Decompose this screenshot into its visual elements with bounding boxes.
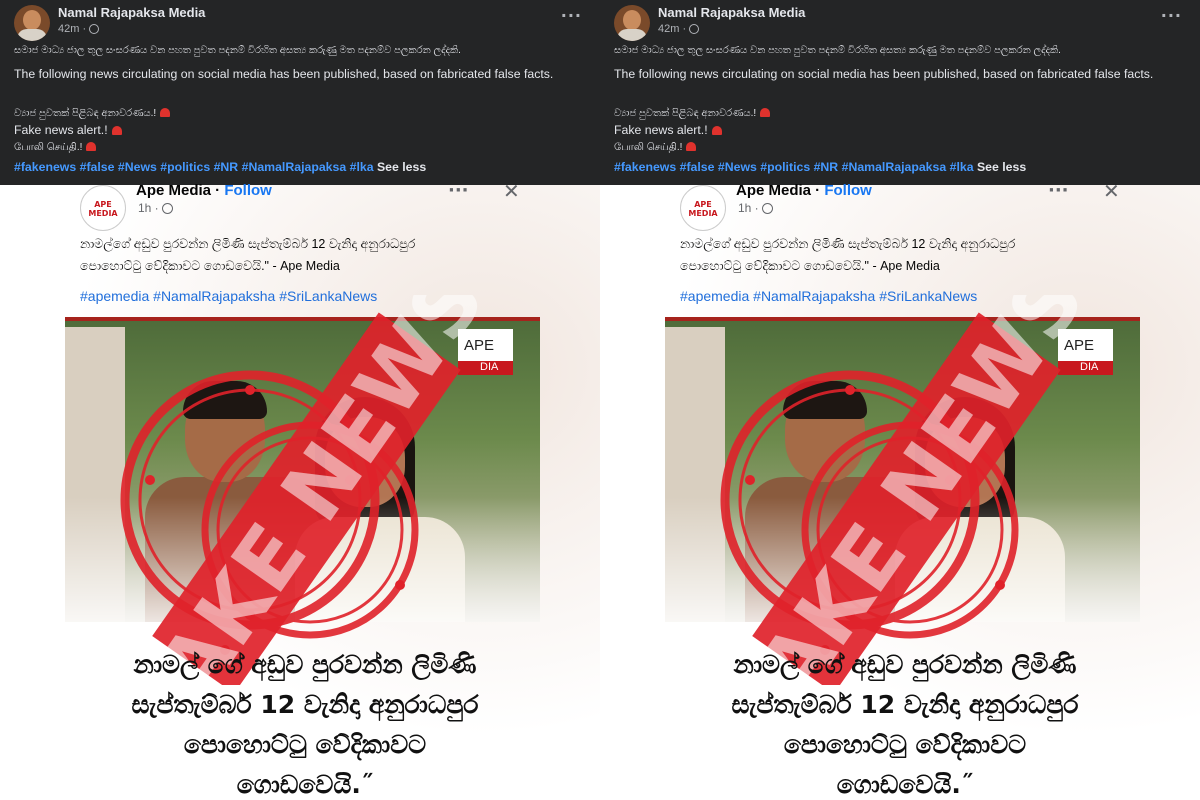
alert-english: Fake news alert.! (14, 123, 108, 137)
fake-news-stamp: FAKE NEWS (710, 295, 1103, 685)
post-text-english: The following news circulating on social… (14, 67, 554, 81)
globe-icon (689, 24, 700, 35)
more-options-icon[interactable]: ··· (1161, 6, 1182, 25)
svg-text:FAKE NEWS: FAKE NEWS (110, 295, 503, 685)
globe-icon (761, 203, 773, 215)
alert-tamil: போலி செய்தி.! (14, 142, 83, 153)
hashtag-line: #fakenews #false #News #politics #NR #Na… (614, 159, 1026, 176)
siren-icon (711, 126, 722, 136)
ape-media-logo[interactable]: APE MEDIA (80, 185, 126, 231)
alert-line-sinhala: ව්‍යාජ පුවතක් පිළිබඳ අනාවරණය.! (614, 104, 771, 122)
see-less-link[interactable]: See less (977, 160, 1026, 174)
shared-caption: නාමල්ගේ අඩුව පුරවන්න ලිමිණි සැප්තැම්බර් … (680, 237, 1016, 273)
shared-post: APE MEDIA Ape Media · Follow 1h · ··· ✕ … (0, 179, 600, 800)
page-avatar[interactable] (14, 5, 50, 41)
fake-news-stamp: FAKE NEWS (110, 295, 503, 685)
post-text-english: The following news circulating on social… (614, 67, 1154, 81)
svg-text:FAKE NEWS: FAKE NEWS (710, 295, 1103, 685)
facebook-post: Namal Rajapaksa Media 42m · ··· සමාජ මාධ… (0, 0, 600, 185)
headline-text: නාමල් ගේ අඩුව පුරවන්න ලිමිණි සැප්තැම්බර්… (731, 650, 1079, 799)
alert-english: Fake news alert.! (614, 123, 708, 137)
ape-media-name: Ape Media · Follow (736, 182, 872, 199)
follow-button[interactable]: Follow (224, 182, 272, 199)
more-options-icon[interactable]: ··· (448, 180, 469, 201)
more-options-icon[interactable]: ··· (1048, 180, 1069, 201)
hashtag-line: #fakenews #false #News #politics #NR #Na… (14, 159, 426, 176)
close-icon[interactable]: ✕ (1103, 179, 1120, 203)
close-icon[interactable]: ✕ (503, 179, 520, 203)
shared-caption: නාමල්ගේ අඩුව පුරවන්න ලිමිණි සැප්තැම්බර් … (80, 237, 416, 273)
alert-sinhala: ව්‍යාජ පුවතක් පිළිබඳ අනාවරණය.! (614, 108, 757, 119)
headline-text: නාමල් ගේ අඩුව පුරවන්න ලිමිණි සැප්තැම්බර්… (131, 650, 479, 799)
globe-icon (89, 24, 100, 35)
siren-icon (86, 142, 97, 152)
alert-tamil: போலி செய்தி.! (614, 142, 683, 153)
page-name[interactable]: Namal Rajapaksa Media (658, 5, 805, 20)
post-text-sinhala: සමාජ මාධ්‍ය ජාල තුල සංසරණය වන පහත පුවත ප… (14, 45, 461, 56)
hashtags[interactable]: #fakenews #false #News #politics #NR #Na… (614, 160, 974, 174)
alert-line-sinhala: ව්‍යාජ පුවතක් පිළිබඳ අනාවරණය.! (14, 104, 171, 122)
alert-sinhala: ව්‍යාජ පුවතක් පිළිබඳ අනාවරණය.! (14, 108, 157, 119)
page-avatar[interactable] (614, 5, 650, 41)
post-text-sinhala: සමාජ මාධ්‍ය ජාල තුල සංසරණය වන පහත පුවත ප… (614, 45, 1061, 56)
alert-line-english: Fake news alert.! (14, 122, 122, 139)
left-screenshot: Namal Rajapaksa Media 42m · ··· සමාජ මාධ… (0, 0, 600, 800)
ape-media-logo[interactable]: APE MEDIA (680, 185, 726, 231)
post-time: 42m · (658, 23, 700, 35)
ape-media-name: Ape Media · Follow (136, 182, 272, 199)
post-time-text: 42m · (658, 23, 687, 35)
ape-post-time: 1h · (138, 201, 173, 215)
post-time-text: 42m · (58, 23, 87, 35)
see-less-link[interactable]: See less (377, 160, 426, 174)
ape-post-time: 1h · (738, 201, 773, 215)
alert-line-tamil: போலி செய்தி.! (14, 138, 97, 156)
post-time: 42m · (58, 23, 100, 35)
alert-line-english: Fake news alert.! (614, 122, 722, 139)
facebook-post: Namal Rajapaksa Media 42m · ··· සමාජ මාධ… (600, 0, 1200, 185)
page-name[interactable]: Namal Rajapaksa Media (58, 5, 205, 20)
siren-icon (760, 108, 771, 118)
more-options-icon[interactable]: ··· (561, 6, 582, 25)
follow-button[interactable]: Follow (824, 182, 872, 199)
hashtags[interactable]: #fakenews #false #News #politics #NR #Na… (14, 160, 374, 174)
ape-media-name-text[interactable]: Ape Media (736, 182, 811, 199)
ape-media-name-text[interactable]: Ape Media (136, 182, 211, 199)
siren-icon (686, 142, 697, 152)
siren-icon (160, 108, 171, 118)
globe-icon (161, 203, 173, 215)
shared-post: APE MEDIA Ape Media · Follow 1h · ··· ✕ … (600, 179, 1200, 800)
alert-line-tamil: போலி செய்தி.! (614, 138, 697, 156)
siren-icon (111, 126, 122, 136)
right-screenshot: Namal Rajapaksa Media 42m · ··· සමාජ මාධ… (600, 0, 1200, 800)
